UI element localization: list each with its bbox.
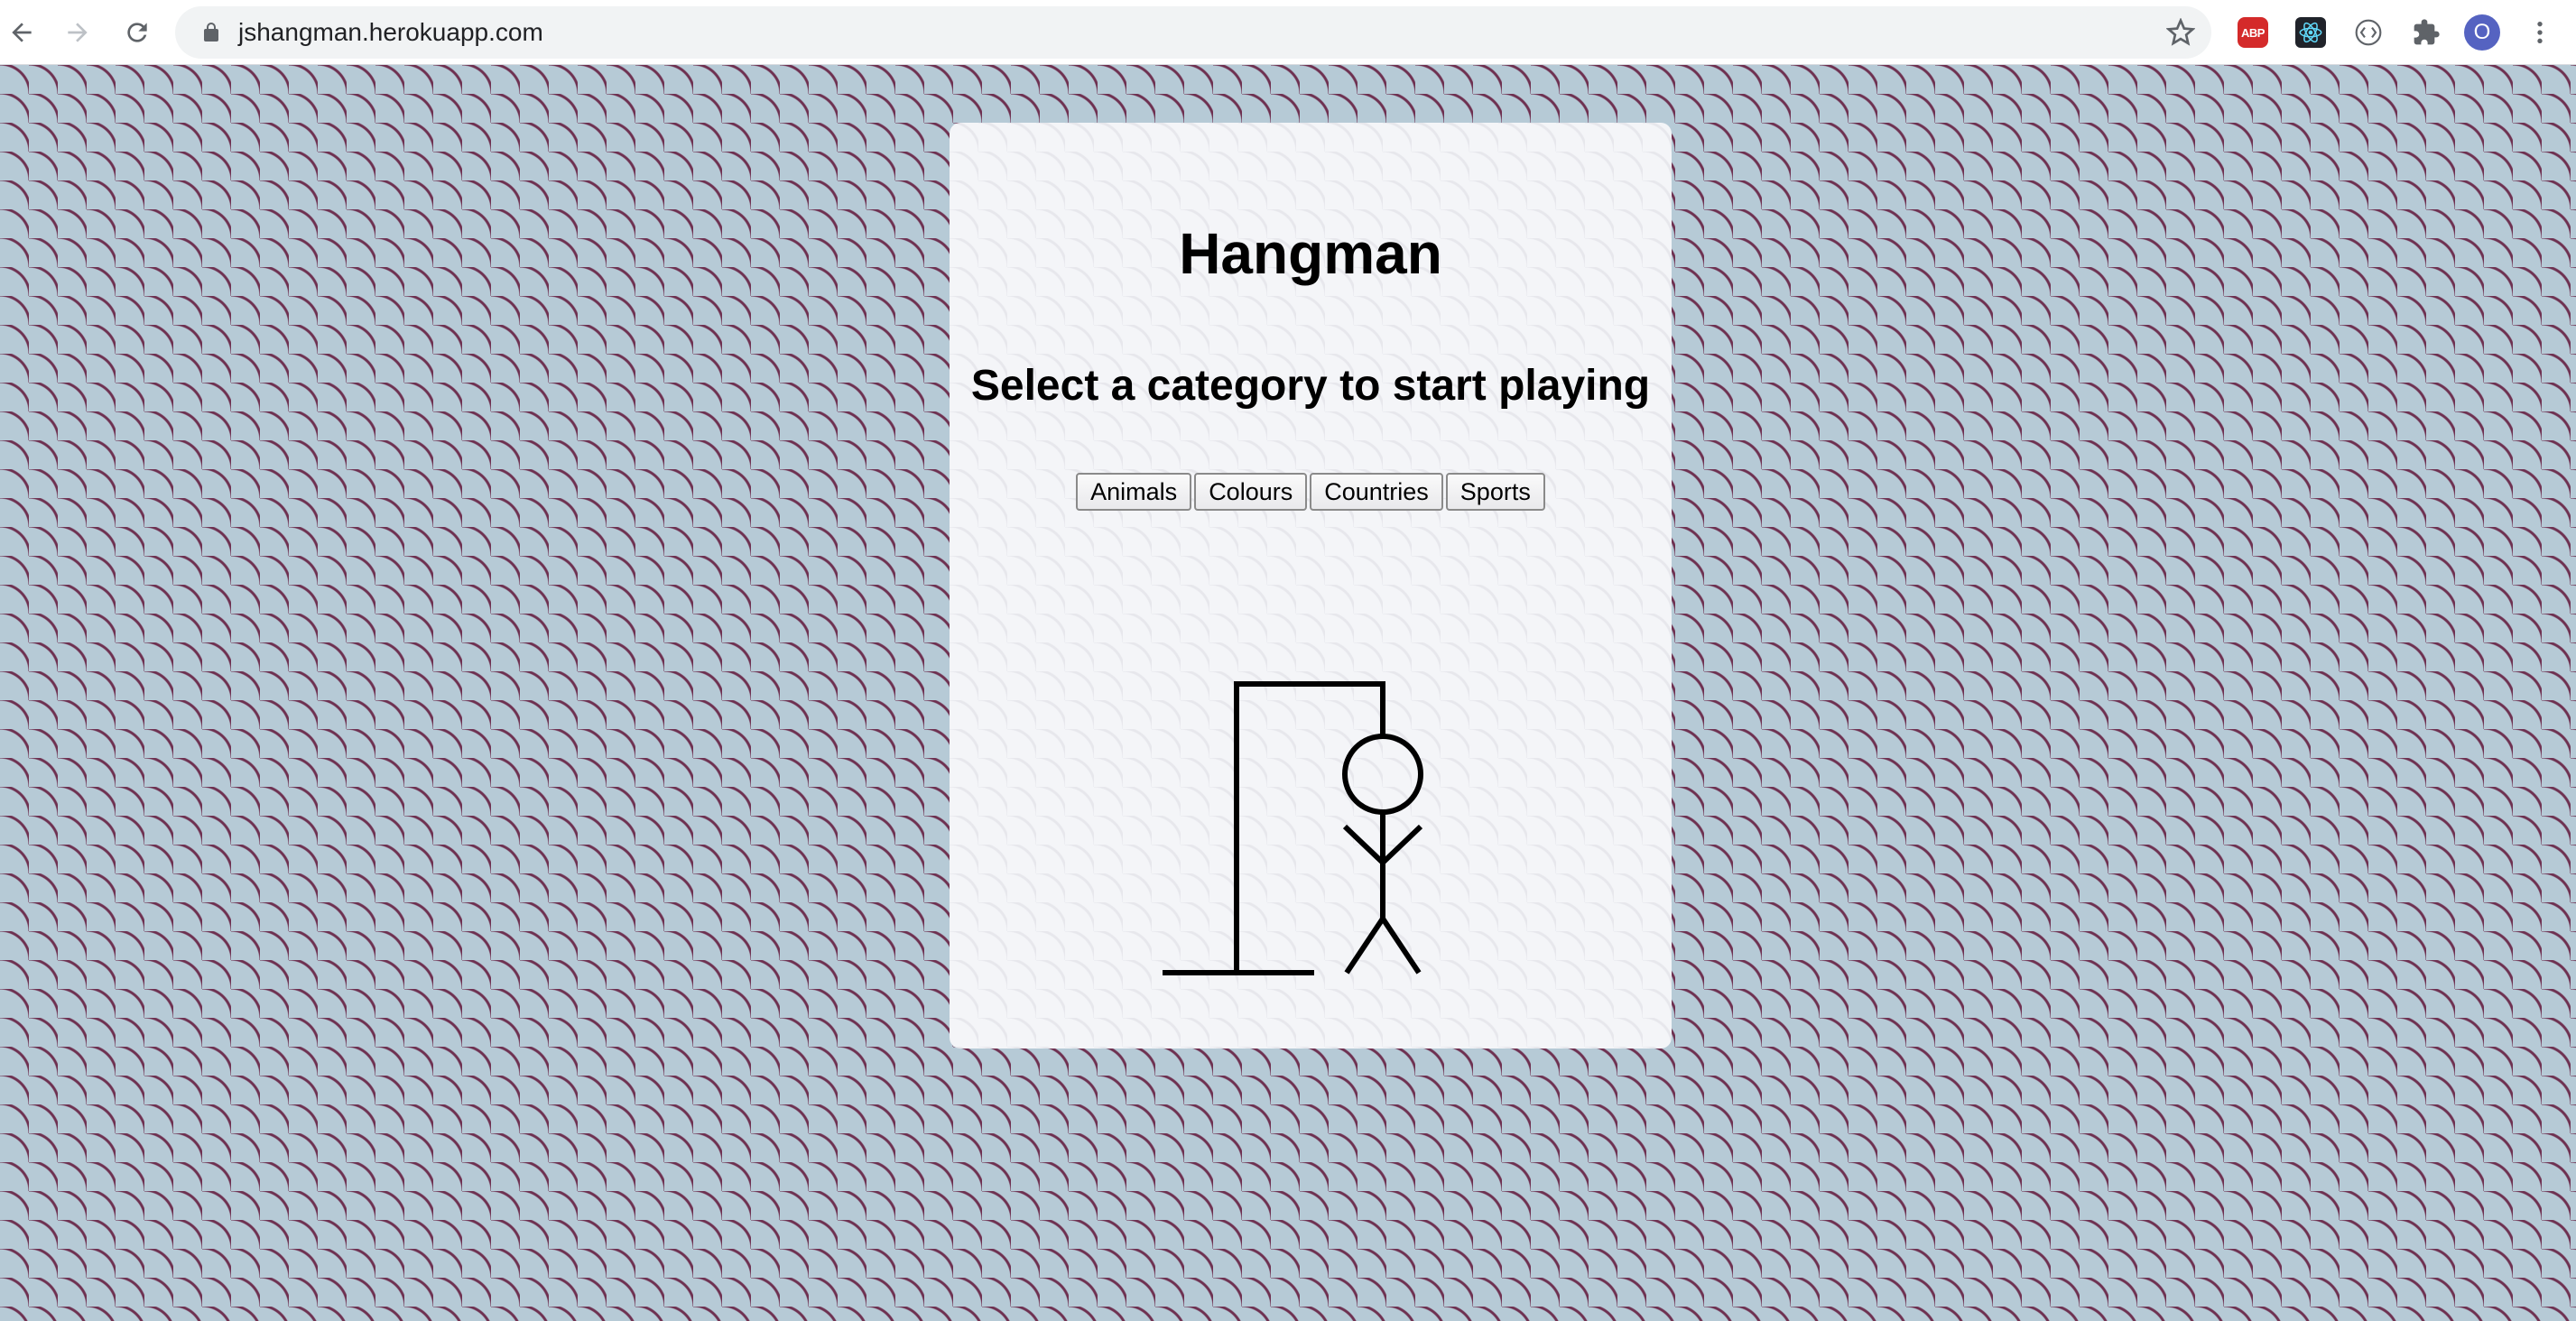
extensions-menu-button[interactable] (2410, 16, 2442, 49)
hangman-drawing (1163, 681, 1423, 975)
code-braces-icon (2355, 19, 2382, 46)
react-devtools-extension[interactable] (2294, 16, 2327, 49)
arrow-right-icon (68, 23, 88, 42)
arrow-left-icon (12, 23, 32, 42)
category-prompt: Select a category to start playing (970, 362, 1651, 410)
category-animals-button[interactable]: Animals (1076, 473, 1192, 511)
browser-toolbar: jshangman.herokuapp.com ABP O (0, 0, 2576, 65)
browser-menu-button[interactable] (2524, 16, 2556, 49)
page-background: Hangman Select a category to start playi… (0, 65, 2576, 1321)
bookmark-star-icon[interactable] (2166, 18, 2195, 47)
category-sports-button[interactable]: Sports (1445, 473, 1545, 511)
back-button[interactable] (4, 14, 40, 51)
reload-button[interactable] (119, 14, 155, 51)
url-text: jshangman.herokuapp.com (238, 18, 543, 46)
hangman-right-leg (1380, 917, 1422, 975)
forward-button[interactable] (60, 14, 96, 51)
category-countries-button[interactable]: Countries (1310, 473, 1443, 511)
react-icon (2295, 17, 2326, 48)
hangman-head (1342, 734, 1423, 815)
code-extension[interactable] (2352, 16, 2385, 49)
address-bar[interactable]: jshangman.herokuapp.com (175, 6, 2211, 59)
hangman-left-arm (1342, 824, 1385, 865)
page-title: Hangman (1179, 221, 1442, 286)
avatar: O (2464, 14, 2500, 51)
kebab-menu-icon (2537, 22, 2543, 43)
category-colours-button[interactable]: Colours (1194, 473, 1308, 511)
category-buttons: Animals Colours Countries Sports (950, 473, 1672, 511)
adblock-icon: ABP (2238, 17, 2268, 48)
hangman-left-leg (1344, 917, 1385, 975)
puzzle-icon (2414, 19, 2440, 45)
reload-icon (127, 23, 147, 42)
adblock-extension[interactable]: ABP (2237, 16, 2269, 49)
lock-icon (204, 23, 218, 42)
hangman-right-arm (1380, 824, 1423, 865)
profile-button[interactable]: O (2464, 14, 2500, 51)
game-card: Hangman Select a category to start playi… (950, 123, 1672, 1048)
